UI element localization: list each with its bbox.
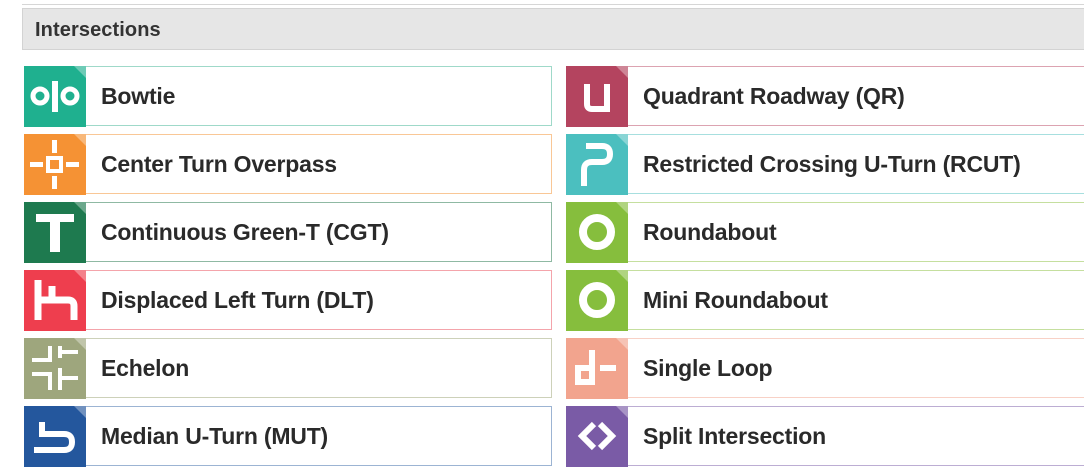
tile-continuous-green-t[interactable]: Continuous Green-T (CGT)	[23, 201, 552, 263]
tile-echelon[interactable]: Echelon	[23, 337, 552, 399]
tile-label: Continuous Green-T (CGT)	[101, 219, 389, 245]
median-u-turn-icon	[23, 405, 86, 467]
tile-roundabout[interactable]: Roundabout	[565, 201, 1084, 263]
tile-mini-roundabout[interactable]: Mini Roundabout	[565, 269, 1084, 331]
tile-displaced-left-turn[interactable]: Displaced Left Turn (DLT)	[23, 269, 552, 331]
quadrant-roadway-icon	[565, 65, 628, 127]
tile-single-loop[interactable]: Single Loop	[565, 337, 1084, 399]
tile-bowtie[interactable]: Bowtie	[23, 65, 552, 127]
tile-label: Quadrant Roadway (QR)	[643, 83, 905, 109]
section-header: Intersections	[22, 8, 1084, 50]
tile-label: Bowtie	[101, 83, 176, 109]
tile-label: Echelon	[101, 355, 190, 381]
tile-quadrant-roadway[interactable]: Quadrant Roadway (QR)	[565, 65, 1084, 127]
top-divider	[22, 4, 1084, 5]
center-turn-overpass-icon	[23, 133, 86, 195]
roundabout-icon	[565, 201, 628, 263]
mini-roundabout-icon	[565, 269, 628, 331]
tile-label: Roundabout	[643, 219, 777, 245]
displaced-left-turn-icon	[23, 269, 86, 331]
section-title: Intersections	[35, 19, 161, 41]
tile-label: Median U-Turn (MUT)	[101, 423, 329, 449]
tile-label: Restricted Crossing U-Turn (RCUT)	[643, 151, 1021, 177]
tile-split-intersection[interactable]: Split Intersection	[565, 405, 1084, 467]
bowtie-icon	[23, 65, 86, 127]
echelon-icon	[23, 337, 86, 399]
tile-median-u-turn[interactable]: Median U-Turn (MUT)	[23, 405, 552, 467]
tile-label: Center Turn Overpass	[101, 151, 337, 177]
continuous-green-t-icon	[23, 201, 86, 263]
tile-label: Displaced Left Turn (DLT)	[101, 287, 374, 313]
single-loop-icon	[565, 337, 628, 399]
tile-label: Single Loop	[643, 355, 773, 381]
tile-rcut[interactable]: Restricted Crossing U-Turn (RCUT)	[565, 133, 1084, 195]
tile-label: Mini Roundabout	[643, 287, 828, 313]
restricted-crossing-u-turn-icon	[565, 133, 628, 195]
tile-center-turn-overpass[interactable]: Center Turn Overpass	[23, 133, 552, 195]
split-intersection-icon	[565, 405, 628, 467]
tile-label: Split Intersection	[643, 423, 826, 449]
